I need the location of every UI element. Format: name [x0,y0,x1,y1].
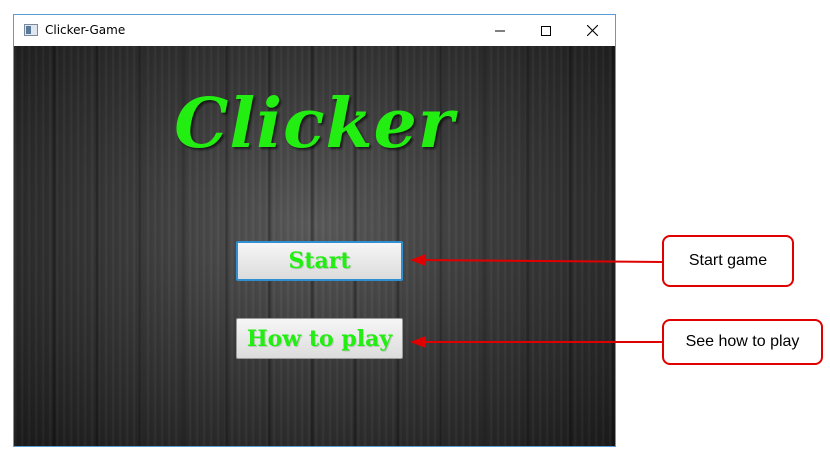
start-button[interactable]: Start [236,241,403,281]
maximize-icon [541,25,551,36]
title-bar[interactable]: Clicker-Game [14,15,615,46]
game-window: Clicker-Game Clicker Start How to play [13,14,616,447]
window-title: Clicker-Game [45,23,126,37]
game-menu-area: Clicker Start How to play [14,46,615,446]
minimize-button[interactable] [477,15,523,46]
app-window-icon [24,24,38,36]
minimize-icon [495,30,505,31]
game-logo: Clicker [174,84,455,164]
how-to-play-button[interactable]: How to play [236,318,403,359]
how-to-play-callout: See how to play [662,319,823,365]
maximize-button[interactable] [523,15,569,46]
close-icon [586,25,598,36]
start-game-callout: Start game [662,235,794,287]
close-button[interactable] [569,15,615,46]
